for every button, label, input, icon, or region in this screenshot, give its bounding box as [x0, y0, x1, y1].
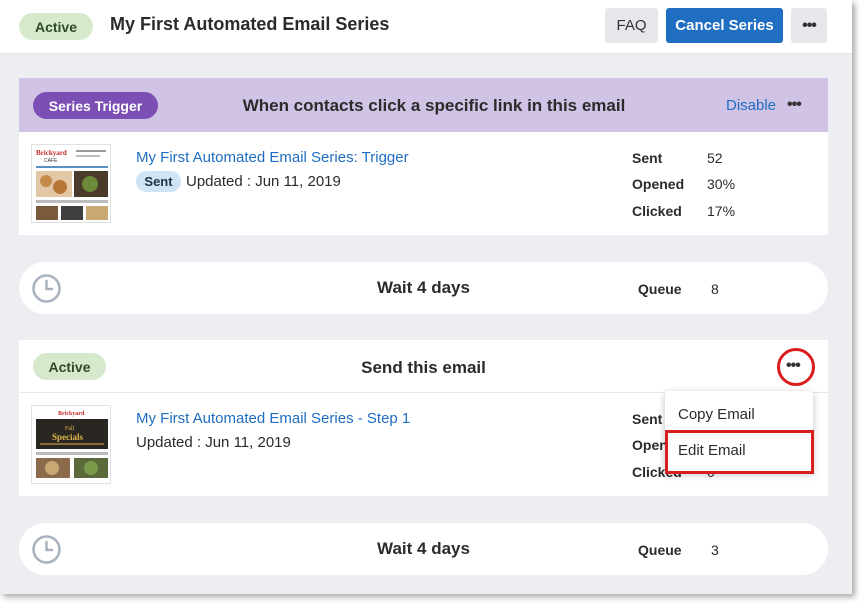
trigger-more-button[interactable]: ••• [787, 96, 802, 114]
stat-sent-label: Sent [632, 150, 663, 166]
page-title: My First Automated Email Series [110, 14, 390, 34]
trigger-updated-date: Updated : Jun 11, 2019 [186, 173, 341, 190]
highlight-box [665, 430, 814, 474]
step-email-thumbnail[interactable]: Brickyard Fall Specials [31, 405, 111, 484]
highlight-circle [777, 348, 815, 386]
app-frame: Active My First Automated Email Series F… [0, 0, 852, 594]
queue-count: 8 [711, 281, 719, 297]
stat-opened-label: Opened [632, 176, 685, 192]
step-title: Send this email [361, 358, 486, 377]
special-text-line2: Specials [52, 432, 84, 442]
wait-duration: Wait 4 days [377, 539, 470, 558]
wait-step-card-2: Wait 4 days Queue 3 [19, 523, 828, 575]
stat-sent-value: 52 [707, 150, 723, 166]
series-status-badge: Active [19, 13, 93, 40]
disable-trigger-link[interactable]: Disable [726, 97, 776, 114]
thumbnail-specials-image: Brickyard Fall Specials [32, 406, 110, 483]
wait-duration: Wait 4 days [377, 278, 470, 297]
queue-label: Queue [638, 281, 682, 297]
stat-clicked-label: Clicked [632, 203, 682, 219]
wait-step-card: Wait 4 days Queue 8 [19, 262, 828, 314]
trigger-email-link[interactable]: My First Automated Email Series: Trigger [136, 149, 409, 166]
brand-name: Brickyard [58, 411, 85, 417]
trigger-email-thumbnail[interactable]: Brickyard CAFE [31, 144, 111, 223]
page-header: Active My First Automated Email Series F… [0, 0, 852, 54]
queue-label: Queue [638, 542, 682, 558]
sent-status-badge: Sent [136, 171, 181, 192]
step-email-link[interactable]: My First Automated Email Series - Step 1 [136, 410, 410, 427]
thumbnail-cafe-image: Brickyard CAFE [32, 145, 110, 222]
brand-name-line2: CAFE [44, 158, 58, 164]
menu-item-copy-email[interactable]: Copy Email [678, 406, 755, 423]
trigger-title: When contacts click a specific link in t… [242, 96, 626, 115]
series-trigger-card: Series Trigger When contacts click a spe… [19, 78, 828, 235]
stat-clicked-value: 17% [707, 203, 736, 219]
brand-name-line1: Brickyard [36, 149, 67, 157]
trigger-bar: Series Trigger When contacts click a spe… [19, 78, 828, 132]
faq-button[interactable]: FAQ [605, 8, 658, 43]
queue-count: 3 [711, 542, 719, 558]
step-stat-sent-label: Sent [632, 411, 663, 427]
header-more-button[interactable]: ••• [791, 8, 827, 43]
step-updated-date: Updated : Jun 11, 2019 [136, 434, 291, 451]
cancel-series-button[interactable]: Cancel Series [666, 8, 783, 43]
stat-opened-value: 30% [707, 176, 736, 192]
